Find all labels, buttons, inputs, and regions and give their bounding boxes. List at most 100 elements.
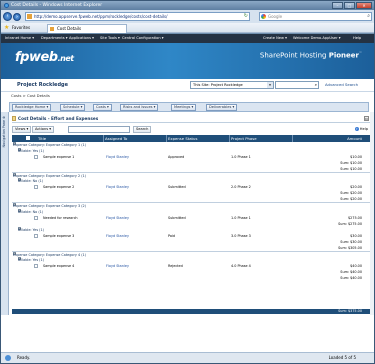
site-banner: fpweb.net SharePoint Hosting Pioneer™	[1, 43, 374, 79]
url-input[interactable]: http://demo.appserve.fpweb.net/ppm/rockl…	[25, 12, 250, 21]
menu-rockledge-home[interactable]: Rockledge Home ▾	[12, 104, 52, 111]
grid-header: Title Assigned To Expense Status Project…	[12, 135, 370, 142]
menu-deliverables[interactable]: Deliverables ▾	[206, 104, 238, 111]
column-divider	[229, 135, 230, 142]
browser-tab[interactable]: Cost Details	[47, 24, 127, 33]
maximize-button[interactable]: □	[344, 2, 355, 9]
sum-row: Sum: $40.00	[12, 275, 370, 281]
row-checkbox[interactable]	[34, 215, 38, 220]
webpart-menu-button[interactable]: ▫	[364, 116, 369, 121]
cost-details-webpart: Cost Details - Effort and Expenses ▫ Vie…	[12, 115, 370, 314]
refresh-icon[interactable]: ↻	[244, 13, 248, 20]
forward-icon[interactable]: ›	[13, 12, 21, 21]
logo-main: fpweb	[15, 50, 58, 65]
minimize-button[interactable]: –	[332, 2, 343, 9]
search-placeholder: Google	[268, 14, 283, 19]
webpart-titlebar: Cost Details - Effort and Expenses ▫	[12, 115, 370, 123]
menu-risks-and-issues[interactable]: Risks and Issues ▾	[120, 104, 159, 111]
row-checkbox[interactable]	[34, 263, 38, 268]
row-checkbox[interactable]	[34, 155, 38, 160]
search-scope-value: This Site: Project Rockledge	[193, 83, 243, 87]
tagline: SharePoint Hosting Pioneer™	[260, 51, 362, 59]
nav-applications[interactable]: Applications ▾	[69, 34, 94, 43]
help-label: Help	[359, 127, 368, 131]
breadcrumb[interactable]: Costs > Cost Details	[11, 93, 50, 98]
nav-departments[interactable]: Departments ▾	[41, 34, 68, 43]
logo-tld: .net	[57, 54, 74, 63]
grid-footer: Sum: $375.00	[12, 309, 370, 314]
nav-help[interactable]: Help	[353, 34, 361, 43]
search-icon[interactable]: ⌕	[367, 13, 370, 20]
navigation-pane[interactable]: Navigation Pane ⊗	[1, 112, 9, 315]
browser-status-bar: Ready. Loaded 5 of 5	[1, 352, 374, 363]
nav-intranet-home[interactable]: Intranet Home ▾	[5, 34, 34, 43]
back-icon[interactable]: ‹	[3, 12, 12, 21]
tagline-part-2: Pioneer	[328, 51, 359, 60]
list-toolbar: Views ▾ Actions ▾ Search ? Help	[12, 126, 370, 133]
views-button[interactable]: Views ▾	[12, 126, 32, 133]
menu-costs[interactable]: Costs ▾	[93, 104, 112, 111]
project-menu: Rockledge Home ▾ Schedule ▾ Costs ▾ Risk…	[9, 102, 369, 112]
project-title[interactable]: Project Rockledge	[17, 82, 68, 88]
sum-value: Sum: $40.00	[340, 276, 362, 281]
site-subheader: Project Rockledge This Site: Project Roc…	[1, 79, 374, 92]
row-checkbox[interactable]	[34, 233, 38, 238]
tagline-tm: ™	[359, 51, 362, 55]
browser-window: Cost Details - Windows Internet Explorer…	[0, 0, 375, 364]
help-link[interactable]: ? Help	[354, 126, 368, 133]
column-divider	[292, 135, 293, 142]
list-search-input[interactable]	[68, 126, 130, 133]
column-header-amount[interactable]: Amount	[347, 135, 362, 142]
menu-schedule[interactable]: Schedule ▾	[60, 104, 86, 111]
search-scope-select[interactable]: This Site: Project Rockledge ▾	[190, 81, 274, 89]
column-header-title[interactable]: Title	[38, 135, 46, 142]
ie-logo-icon	[4, 3, 9, 8]
select-all-checkbox[interactable]	[26, 136, 30, 140]
tab-label: Cost Details	[57, 26, 82, 31]
advanced-search-link[interactable]: Advanced Search	[325, 82, 358, 87]
row-checkbox[interactable]	[34, 185, 38, 190]
search-icon[interactable]: ⌕	[315, 82, 317, 88]
page-icon	[12, 116, 16, 121]
favorites-bar: ★ Favorites Cost Details	[1, 23, 374, 33]
actions-button[interactable]: Actions ▾	[32, 126, 55, 133]
help-icon: ?	[354, 127, 359, 131]
loaded-count: Loaded 5 of 5	[328, 355, 356, 360]
nav-create-new[interactable]: Create New ▾	[263, 34, 287, 43]
column-divider	[103, 135, 104, 142]
browser-search-input[interactable]: Google ⌕	[259, 12, 372, 21]
sharepoint-page: Intranet Home ▾ Departments ▾ Applicatio…	[1, 34, 374, 352]
close-button[interactable]: ✕	[356, 2, 372, 9]
global-nav: Intranet Home ▾ Departments ▾ Applicatio…	[1, 34, 374, 43]
column-header-expense-status[interactable]: Expense Status	[168, 135, 197, 142]
menu-meetings[interactable]: Meetings ▾	[171, 104, 197, 111]
google-icon	[261, 14, 266, 19]
page-scrollbar[interactable]	[370, 112, 374, 315]
grand-total: Sum: $375.00	[338, 309, 362, 313]
nav-central-configuration[interactable]: Central Configuration ▾	[122, 34, 164, 43]
site-search-input[interactable]: ⌕	[275, 81, 319, 89]
nav-site-tools[interactable]: Site Tools ▾	[100, 34, 120, 43]
zone-globe-icon	[5, 355, 11, 361]
navigation-pane-label: Navigation Pane ⊗	[2, 116, 6, 148]
favorites-star-icon[interactable]: ★	[4, 24, 9, 32]
column-header-project-phase[interactable]: Project Phase	[231, 135, 257, 142]
window-controls: – □ ✕	[332, 2, 372, 9]
window-titlebar: Cost Details - Windows Internet Explorer…	[1, 1, 374, 10]
list-search-button[interactable]: Search	[133, 126, 152, 133]
tab-favicon-icon	[50, 27, 54, 31]
tagline-part-1: SharePoint Hosting	[259, 51, 329, 60]
window-title: Cost Details - Windows Internet Explorer	[11, 3, 103, 8]
site-favicon-icon	[27, 14, 32, 19]
chevron-down-icon: ▾	[267, 82, 273, 88]
grid-body: − Expense Category: Expense Category 1 (1…	[12, 142, 370, 281]
url-text: http://demo.appserve.fpweb.net/ppm/rockl…	[34, 14, 168, 19]
nav-welcome-user[interactable]: Welcome Demo.AppUser ▾	[293, 34, 341, 43]
column-divider	[166, 135, 167, 142]
status-text: Ready.	[17, 355, 31, 360]
fpweb-logo[interactable]: fpweb.net	[15, 50, 74, 65]
column-header-assigned-to[interactable]: Assigned To	[105, 135, 127, 142]
webpart-title: Cost Details - Effort and Expenses	[18, 116, 99, 121]
address-toolbar: ‹ › http://demo.appserve.fpweb.net/ppm/r…	[1, 10, 374, 23]
favorites-button[interactable]: Favorites	[12, 23, 30, 33]
